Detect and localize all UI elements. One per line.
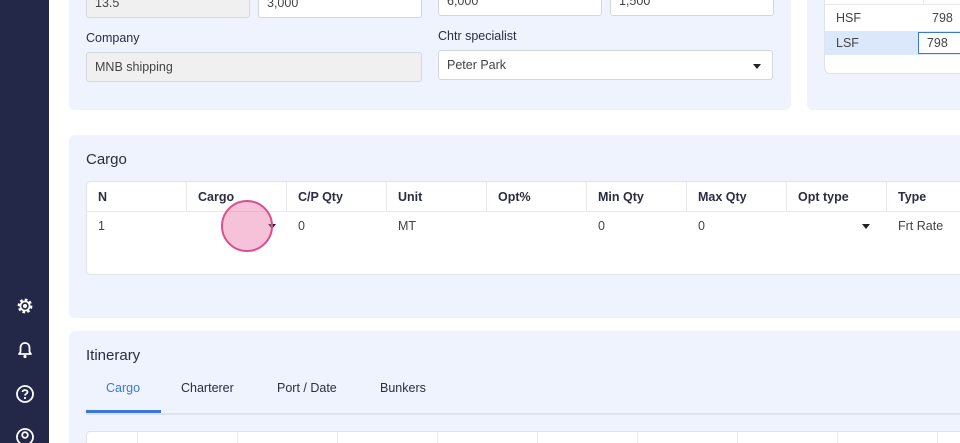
help-icon[interactable]: [13, 382, 37, 406]
cell-min-qty[interactable]: 0: [587, 213, 687, 239]
itinerary-grid-divider: [237, 432, 238, 443]
column-header-max-qty[interactable]: Max Qty: [687, 182, 787, 212]
bunker-row[interactable]: HSF 798: [825, 6, 960, 30]
cell-opt-pct[interactable]: [487, 213, 587, 239]
column-header-unit[interactable]: Unit: [387, 182, 487, 212]
itinerary-grid-divider: [837, 432, 838, 443]
bell-icon[interactable]: [13, 338, 37, 362]
cargo-grid: N Cargo C/P Qty Unit Opt% Min Qty Max Qt…: [86, 181, 960, 275]
bunkers-table: HSF 798 LSF 798: [824, 0, 960, 74]
field-a-value: 13.5: [95, 0, 120, 10]
field-b-value: 3,000: [267, 0, 299, 10]
cell-opt-type-select[interactable]: [787, 213, 887, 239]
active-tab-indicator: [86, 410, 161, 413]
chtr-specialist-value: Peter Park: [447, 58, 507, 72]
cargo-grid-header: N Cargo C/P Qty Unit Opt% Min Qty Max Qt…: [87, 182, 960, 212]
company-field: MNB shipping: [86, 52, 422, 82]
tab-bar-divider: [86, 413, 960, 415]
cargo-section-title: Cargo: [86, 151, 127, 168]
cell-cp-qty[interactable]: 0: [287, 213, 387, 239]
itinerary-grid-divider: [737, 432, 738, 443]
itinerary-grid-divider: [537, 432, 538, 443]
company-label: Company: [86, 31, 140, 45]
field-a: 13.5: [86, 0, 250, 18]
table-row[interactable]: 1 0 MT 0 0 Frt Rate: [87, 213, 960, 239]
field-b[interactable]: 3,000: [258, 0, 422, 18]
company-value: MNB shipping: [95, 60, 173, 74]
itinerary-grid: [86, 431, 960, 443]
bunker-value: 798: [932, 11, 953, 25]
itinerary-grid-divider: [637, 432, 638, 443]
bunkers-table-header-edge: [825, 0, 960, 5]
tab-port-date[interactable]: Port / Date: [277, 381, 337, 395]
cell-n[interactable]: 1: [87, 213, 187, 239]
itinerary-grid-divider: [437, 432, 438, 443]
column-header-n[interactable]: N: [87, 182, 187, 212]
tab-bunkers[interactable]: Bunkers: [380, 381, 426, 395]
column-header-type[interactable]: Type: [887, 182, 960, 212]
chevron-down-icon: [753, 64, 761, 69]
cell-type[interactable]: Frt Rate: [887, 213, 960, 239]
itinerary-section-title: Itinerary: [86, 347, 141, 364]
column-header-opt-type[interactable]: Opt type: [787, 182, 887, 212]
field-c[interactable]: 6,000: [438, 0, 602, 16]
cell-unit[interactable]: MT: [387, 213, 487, 239]
chtr-specialist-label: Chtr specialist: [438, 29, 517, 43]
itinerary-grid-divider: [137, 432, 138, 443]
bunker-value-input[interactable]: 798: [917, 32, 960, 54]
tab-charterer[interactable]: Charterer: [181, 381, 234, 395]
bunker-value: 798: [926, 36, 948, 50]
field-d[interactable]: 1,500: [610, 0, 774, 16]
itinerary-grid-divider: [937, 432, 938, 443]
column-header-min-qty[interactable]: Min Qty: [587, 182, 687, 212]
tab-cargo[interactable]: Cargo: [106, 381, 140, 395]
bunkers-table-divider: [923, 0, 924, 5]
column-header-opt-pct[interactable]: Opt%: [487, 182, 587, 212]
field-c-value: 6,000: [447, 0, 479, 8]
click-indicator: [221, 200, 273, 252]
gear-icon[interactable]: [13, 294, 37, 318]
cell-max-qty[interactable]: 0: [687, 213, 787, 239]
field-d-value: 1,500: [619, 0, 651, 8]
chtr-specialist-select[interactable]: Peter Park: [438, 50, 773, 80]
sidebar: [0, 0, 49, 443]
user-icon[interactable]: [13, 425, 37, 443]
chevron-down-icon[interactable]: [862, 224, 870, 229]
bunker-name: HSF: [836, 11, 861, 25]
bunker-name: LSF: [836, 36, 859, 50]
itinerary-grid-divider: [337, 432, 338, 443]
bunker-row-selected[interactable]: LSF 798: [825, 31, 960, 55]
column-header-cp-qty[interactable]: C/P Qty: [287, 182, 387, 212]
